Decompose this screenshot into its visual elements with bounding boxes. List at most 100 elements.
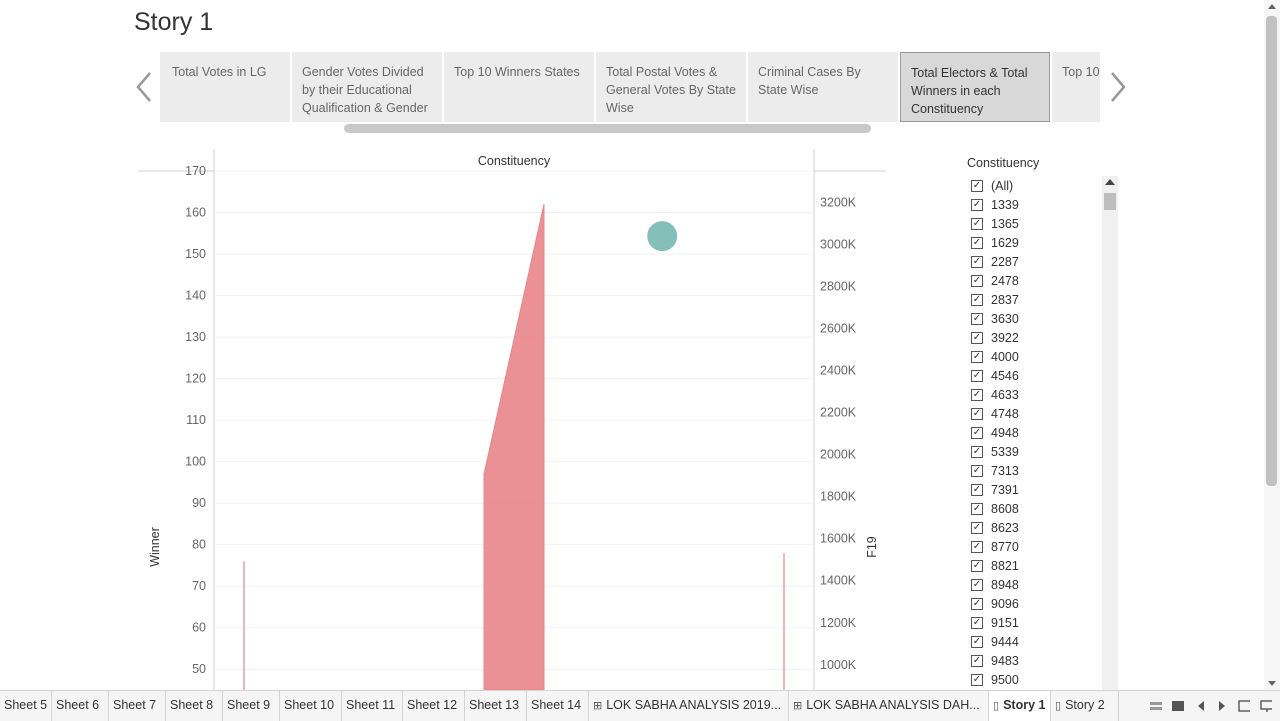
- sheet-tab[interactable]: Sheet 7: [109, 691, 166, 721]
- filter-item[interactable]: ✓ 4633: [971, 385, 1101, 404]
- checkbox-checked-icon[interactable]: ✓: [971, 464, 983, 477]
- sheet-tab[interactable]: ▯ Story 1: [989, 691, 1051, 721]
- checkbox-checked-icon[interactable]: ✓: [971, 483, 983, 496]
- checkbox-checked-icon[interactable]: ✓: [971, 293, 983, 306]
- story-point-top-party[interactable]: Top 10 Party V: [1052, 52, 1100, 122]
- checkbox-checked-icon[interactable]: ✓: [971, 597, 983, 610]
- filter-item[interactable]: ✓ 9096: [971, 594, 1101, 613]
- checkbox-checked-icon[interactable]: ✓: [971, 559, 983, 572]
- story-navigator-scrollbar[interactable]: [160, 124, 1100, 133]
- prev-story-point-arrow-icon[interactable]: [133, 70, 157, 104]
- sheet-tab[interactable]: Sheet 10: [280, 691, 342, 721]
- filter-item-label: 2837: [991, 292, 1019, 307]
- checkbox-checked-icon[interactable]: ✓: [971, 388, 983, 401]
- sheet-tab[interactable]: Sheet 9: [223, 691, 280, 721]
- show-filmstrip-icon[interactable]: [1150, 700, 1162, 712]
- checkbox-checked-icon[interactable]: ✓: [971, 369, 983, 382]
- filter-item[interactable]: ✓ 9500: [971, 670, 1101, 689]
- story-point-top-winners-states[interactable]: Top 10 Winners States: [444, 52, 594, 122]
- checkbox-checked-icon[interactable]: ✓: [971, 255, 983, 268]
- filter-item[interactable]: ✓ 2478: [971, 271, 1101, 290]
- page-scroll-thumb[interactable]: [1266, 16, 1277, 486]
- checkbox-checked-icon[interactable]: ✓: [971, 426, 983, 439]
- checkbox-checked-icon[interactable]: ✓: [971, 445, 983, 458]
- sheet-tab[interactable]: Sheet 11: [342, 691, 403, 721]
- checkbox-checked-icon[interactable]: ✓: [971, 179, 983, 192]
- checkbox-checked-icon[interactable]: ✓: [971, 236, 983, 249]
- filter-item[interactable]: ✓ 1365: [971, 214, 1101, 233]
- previous-sheet-icon[interactable]: [1195, 700, 1207, 712]
- filter-scroll-thumb[interactable]: [1104, 193, 1116, 210]
- filter-item[interactable]: ✓ 1339: [971, 195, 1101, 214]
- sheet-tab[interactable]: Sheet 5: [0, 691, 52, 721]
- checkbox-checked-icon[interactable]: ✓: [971, 616, 983, 629]
- checkbox-checked-icon[interactable]: ✓: [971, 578, 983, 591]
- filter-item[interactable]: ✓ 4948: [971, 423, 1101, 442]
- presentation-mode-icon[interactable]: [1238, 700, 1250, 712]
- sheet-tab[interactable]: Sheet 14: [527, 691, 589, 721]
- sheet-tab[interactable]: Sheet 12: [403, 691, 465, 721]
- filter-item-label: 7313: [991, 463, 1019, 478]
- story-icon: ▯: [1055, 700, 1062, 712]
- checkbox-checked-icon[interactable]: ✓: [971, 673, 983, 686]
- filter-item[interactable]: ✓ 8608: [971, 499, 1101, 518]
- filter-item[interactable]: ✓ 4748: [971, 404, 1101, 423]
- scroll-up-icon[interactable]: [1105, 179, 1115, 185]
- filter-item[interactable]: ✓ 1629: [971, 233, 1101, 252]
- checkbox-checked-icon[interactable]: ✓: [971, 654, 983, 667]
- story-point-criminal-cases[interactable]: Criminal Cases By State Wise: [748, 52, 898, 122]
- checkbox-checked-icon[interactable]: ✓: [971, 407, 983, 420]
- story-navigator-scroll-thumb[interactable]: [344, 124, 871, 133]
- next-sheet-icon[interactable]: [1216, 700, 1228, 712]
- checkbox-checked-icon[interactable]: ✓: [971, 312, 983, 325]
- filter-item[interactable]: ✓ 9483: [971, 651, 1101, 670]
- checkbox-checked-icon[interactable]: ✓: [971, 217, 983, 230]
- filter-scrollbar[interactable]: [1102, 176, 1118, 690]
- filter-item-label: 1365: [991, 216, 1019, 231]
- filter-item[interactable]: ✓ 5339: [971, 442, 1101, 461]
- story-point-total-votes[interactable]: Total Votes in LG: [160, 52, 290, 122]
- story-point-gender-votes[interactable]: Gender Votes Divided by their Educationa…: [292, 52, 442, 122]
- checkbox-checked-icon[interactable]: ✓: [971, 635, 983, 648]
- filter-item-label: 8948: [991, 577, 1019, 592]
- page-scroll-up-icon[interactable]: [1268, 4, 1276, 9]
- sheet-tab[interactable]: ⊞ LOK SABHA ANALYSIS DAH...: [789, 691, 989, 721]
- sheet-tab[interactable]: ▯ Story 2: [1051, 691, 1119, 721]
- filter-item[interactable]: ✓ (All): [971, 176, 1101, 195]
- filter-item[interactable]: ✓ 8770: [971, 537, 1101, 556]
- filter-item[interactable]: ✓ 9444: [971, 632, 1101, 651]
- checkbox-checked-icon[interactable]: ✓: [971, 198, 983, 211]
- sheet-tab-label: Sheet 7: [113, 698, 157, 712]
- sheet-tab-bar: Sheet 5 Sheet 6 Sheet 7 Sheet 8 Sheet 9 Sheet…: [0, 690, 1280, 721]
- checkbox-checked-icon[interactable]: ✓: [971, 350, 983, 363]
- filter-item[interactable]: ✓ 2837: [971, 290, 1101, 309]
- story-point-postal-votes[interactable]: Total Postal Votes & General Votes By St…: [596, 52, 746, 122]
- sheet-tab[interactable]: Sheet 8: [166, 691, 223, 721]
- sheet-tab[interactable]: ⊞ LOK SABHA ANALYSIS 2019...: [589, 691, 789, 721]
- filter-item[interactable]: ✓ 8623: [971, 518, 1101, 537]
- checkbox-checked-icon[interactable]: ✓: [971, 274, 983, 287]
- filter-item-label: 1339: [991, 197, 1019, 212]
- filter-item[interactable]: ✓ 8821: [971, 556, 1101, 575]
- filter-item[interactable]: ✓ 7313: [971, 461, 1101, 480]
- page-scrollbar[interactable]: [1264, 0, 1280, 690]
- story-point-electors-winners[interactable]: Total Electors & Total Winners in each C…: [900, 52, 1050, 122]
- filter-item[interactable]: ✓ 3922: [971, 328, 1101, 347]
- page-scroll-down-icon[interactable]: [1268, 681, 1276, 686]
- filter-item[interactable]: ✓ 8948: [971, 575, 1101, 594]
- filter-item[interactable]: ✓ 9151: [971, 613, 1101, 632]
- filter-item[interactable]: ✓ 3630: [971, 309, 1101, 328]
- checkbox-checked-icon[interactable]: ✓: [971, 521, 983, 534]
- filter-item[interactable]: ✓ 4546: [971, 366, 1101, 385]
- checkbox-checked-icon[interactable]: ✓: [971, 331, 983, 344]
- checkbox-checked-icon[interactable]: ✓: [971, 502, 983, 515]
- show-tabs-icon[interactable]: [1172, 700, 1184, 712]
- filter-item[interactable]: ✓ 4000: [971, 347, 1101, 366]
- next-story-point-arrow-icon[interactable]: [1105, 70, 1129, 104]
- filter-item[interactable]: ✓ 2287: [971, 252, 1101, 271]
- sheet-tab[interactable]: Sheet 6: [52, 691, 109, 721]
- checkbox-checked-icon[interactable]: ✓: [971, 540, 983, 553]
- sheet-tab[interactable]: Sheet 13: [465, 691, 527, 721]
- fit-screen-icon[interactable]: [1260, 700, 1272, 712]
- filter-item[interactable]: ✓ 7391: [971, 480, 1101, 499]
